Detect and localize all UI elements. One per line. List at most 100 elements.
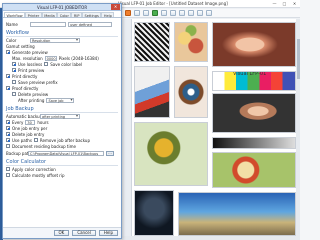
cancel-button[interactable]: Cancel: [72, 230, 96, 236]
use-paths-label: Use paths: [12, 137, 32, 143]
backup-every-field[interactable]: 30: [25, 119, 36, 125]
thumbnail-portrait-2[interactable]: [212, 93, 296, 133]
delete-job-entry-checkbox[interactable]: [6, 132, 10, 136]
ok-button[interactable]: OK: [53, 230, 70, 236]
settings-icon[interactable]: [206, 10, 212, 16]
main-window-title: Visual LFP-01 Job Editor - [Untitled Dat…: [118, 1, 228, 6]
help-button[interactable]: Help: [98, 230, 118, 236]
color-select[interactable]: Resolution: [30, 37, 80, 43]
maximize-icon[interactable]: □: [281, 1, 288, 6]
run-icon[interactable]: [152, 10, 158, 16]
workflow-heading: Workflow: [6, 30, 118, 37]
dialog-titlebar: Visual LFP-01 JOBEDITOR ✕: [3, 4, 121, 11]
delete-preview-label: Delete preview: [18, 91, 49, 97]
thumbnail-landscape[interactable]: [178, 192, 296, 236]
scrollbar-thumb[interactable]: [296, 39, 300, 79]
save-icon[interactable]: [134, 10, 140, 16]
tab-settings[interactable]: Settings: [81, 12, 102, 18]
delete-preview-checkbox[interactable]: [12, 92, 16, 96]
thumbnail-food-2[interactable]: [212, 152, 296, 188]
backup-every-label: Every: [12, 119, 24, 125]
thumbnail-bird[interactable]: [134, 122, 208, 186]
delete-job-entry-label: Delete job entry: [12, 131, 45, 137]
use-paths-checkbox[interactable]: [6, 138, 10, 142]
automatic-backup-label: Automatic backup: [6, 113, 43, 119]
document-backup-time-checkbox[interactable]: [6, 144, 10, 148]
dialog-footer: OK Cancel Help: [3, 227, 121, 238]
dialog-close-button[interactable]: ✕: [111, 4, 120, 10]
browse-button[interactable]: …: [106, 150, 114, 156]
color-label: Color: [6, 37, 17, 43]
tab-help[interactable]: Help: [101, 12, 115, 18]
horizontal-scrollbar[interactable]: [122, 236, 300, 240]
one-job-entry-checkbox[interactable]: [6, 126, 10, 130]
proof-directly-checkbox[interactable]: [6, 86, 10, 90]
tab-color[interactable]: Color: [57, 12, 72, 18]
print-directly-checkbox[interactable]: [6, 74, 10, 78]
thumbnail-food[interactable]: [174, 22, 208, 62]
crop-icon[interactable]: [188, 10, 194, 16]
max-resolution-field[interactable]: 0000: [44, 55, 57, 61]
zoom-in-icon[interactable]: [161, 10, 167, 16]
color-icon[interactable]: [197, 10, 203, 16]
one-job-entry-label: One job entry per: [12, 125, 48, 131]
after-printing-label: After printing: [18, 97, 45, 103]
color-calculator-heading: Color Calculator: [6, 159, 118, 166]
backup-hours-label: hours: [37, 119, 49, 125]
save-preview-prefix-label: Save preview prefix: [18, 79, 58, 85]
zoom-out-icon[interactable]: [170, 10, 176, 16]
print-icon[interactable]: [143, 10, 149, 16]
thumbnail-portrait[interactable]: [212, 22, 296, 67]
print-preview-checkbox[interactable]: [12, 68, 16, 72]
print-directly-label: Print directly: [12, 73, 38, 79]
thumbnail-colorbars[interactable]: Visual LFP-01: [212, 71, 296, 91]
rotate-icon[interactable]: [179, 10, 185, 16]
save-preview-prefix-checkbox[interactable]: [12, 80, 16, 84]
remove-job-checkbox[interactable]: [33, 138, 38, 142]
apply-color-correction-label: Apply color correction: [12, 166, 56, 172]
job-settings-dialog: Visual LFP-01 JOBEDITOR ✕ Workflow Print…: [2, 3, 122, 239]
thumbnail-pattern[interactable]: [134, 22, 170, 62]
generate-preview-label: Generate preview: [12, 49, 48, 55]
document-backup-time-label: Document residing backup time: [12, 143, 76, 149]
image-canvas[interactable]: Visual LFP-01: [122, 19, 300, 240]
backup-path-field[interactable]: C:\ProgramData\Visual LFP-01\Backups: [28, 150, 104, 156]
tab-rip[interactable]: RIP: [71, 12, 82, 18]
after-printing-select[interactable]: Save job: [46, 97, 75, 103]
thumbnail-greyscale[interactable]: [212, 137, 296, 149]
use-lossless-checkbox[interactable]: [12, 62, 16, 66]
thumbnail-side-panel: [122, 19, 132, 240]
calculate-offset-checkbox[interactable]: [6, 173, 10, 177]
gamut-setting-label: Gamut setting: [6, 43, 35, 49]
generate-preview-checkbox[interactable]: [6, 50, 10, 54]
backup-every-checkbox[interactable]: [6, 120, 10, 124]
tab-printer[interactable]: Printer: [25, 12, 42, 18]
save-color-label-checkbox[interactable]: [44, 62, 49, 66]
remove-job-label: Remove job after backup: [39, 137, 90, 143]
open-icon[interactable]: [125, 10, 131, 16]
job-backup-heading: Job Backup: [6, 106, 118, 113]
window-controls: — □ ✕: [271, 1, 298, 6]
tab-workflow[interactable]: Workflow: [4, 12, 26, 18]
calculate-offset-label: Calculate mostly offset rip: [12, 172, 65, 178]
max-resolution-label: Max. resolution: [12, 55, 43, 61]
thumbnail-car[interactable]: [134, 66, 170, 118]
pixels-range-label: Pixels (2048-16384): [58, 55, 99, 61]
vertical-scrollbar[interactable]: [296, 19, 300, 236]
job-name-value[interactable]: user defined: [68, 21, 112, 27]
job-name-label: Name: [6, 21, 18, 27]
thumbnail-label: Visual LFP-01: [233, 71, 267, 77]
save-color-label-label: Save color label: [50, 61, 83, 67]
thumbnail-dark[interactable]: [134, 190, 174, 236]
thumbnail-eye[interactable]: [174, 66, 208, 118]
proof-directly-label: Proof directly: [12, 85, 39, 91]
print-preview-label: Print preview: [18, 67, 45, 73]
automatic-backup-select[interactable]: after printing: [40, 113, 80, 119]
dialog-body: Name user defined Workflow Color Resolut…: [3, 18, 121, 180]
apply-color-correction-checkbox[interactable]: [6, 167, 10, 171]
close-icon[interactable]: ✕: [291, 1, 298, 6]
job-name-field[interactable]: [30, 21, 66, 27]
tab-media[interactable]: Media: [41, 12, 58, 18]
main-toolbar: [122, 9, 300, 18]
minimize-icon[interactable]: —: [271, 1, 278, 6]
